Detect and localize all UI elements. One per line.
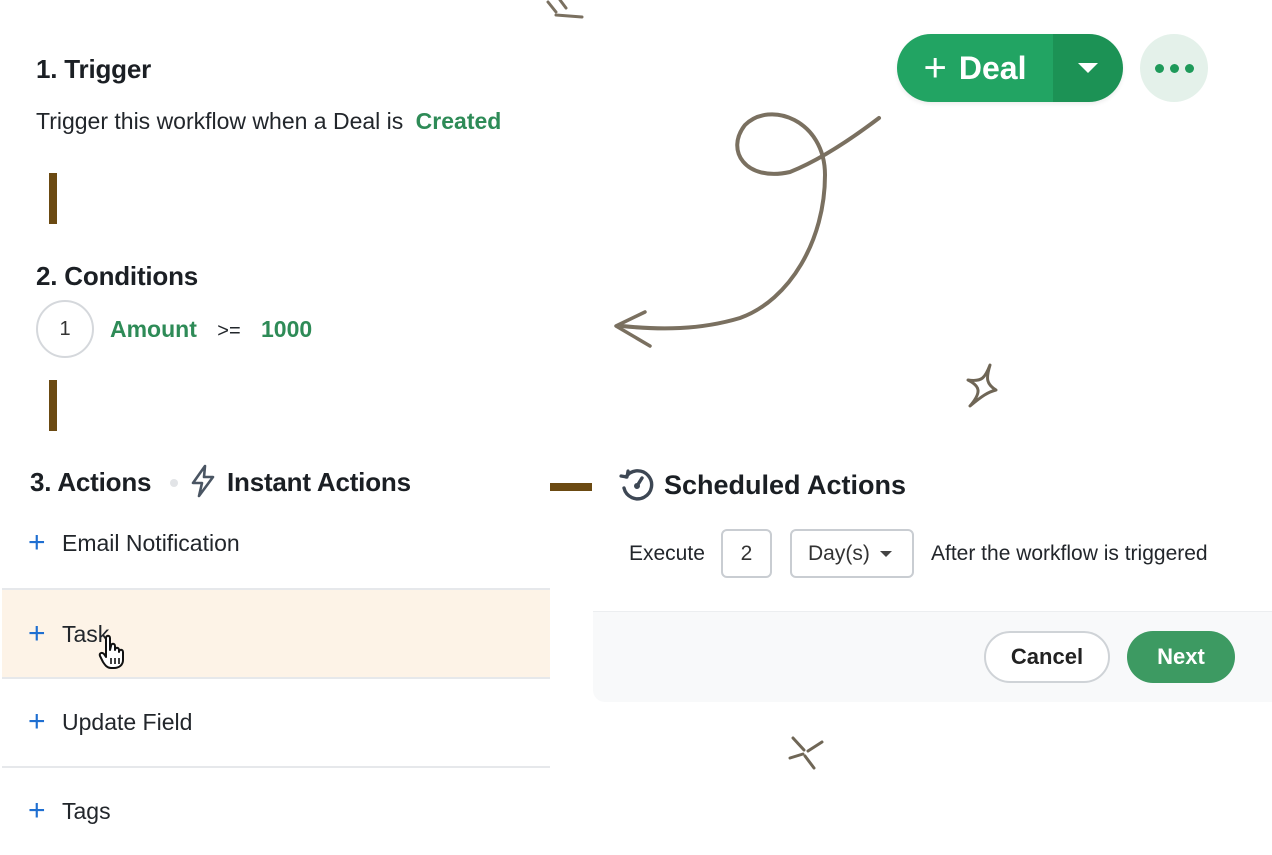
schedule-unit-select[interactable]: Day(s) <box>790 529 914 578</box>
instant-actions-label: Instant Actions <box>227 467 411 497</box>
condition-value[interactable]: 1000 <box>261 316 312 342</box>
action-item-update-field[interactable]: + Update Field <box>2 678 550 766</box>
plus-icon: + <box>28 526 46 559</box>
trigger-description: Trigger this workflow when a Deal is Cre… <box>36 108 501 135</box>
action-label: Update Field <box>62 708 193 735</box>
separator-dot <box>170 479 178 487</box>
scheduled-actions-title: Scheduled Actions <box>664 470 907 500</box>
connector-line <box>49 380 57 431</box>
add-deal-button-group: + Deal <box>897 34 1123 102</box>
chevron-down-icon <box>880 551 892 557</box>
hand-cursor-icon <box>98 634 124 669</box>
more-options-button[interactable] <box>1140 34 1208 102</box>
more-dot-icon <box>1184 63 1194 73</box>
execute-label: Execute <box>629 542 705 565</box>
action-item-tags[interactable]: + Tags <box>2 767 550 855</box>
actions-heading: 3. Actions <box>30 467 152 497</box>
trigger-heading: 1. Trigger <box>36 54 152 84</box>
trigger-event-link[interactable]: Created <box>416 108 502 134</box>
plus-icon: + <box>28 617 46 650</box>
condition-field[interactable]: Amount <box>110 316 197 342</box>
deal-dropdown-button[interactable] <box>1053 34 1123 102</box>
trigger-text: Trigger this workflow when a Deal is <box>36 108 404 134</box>
sparkle-doodle-bottom <box>788 736 824 770</box>
lightning-icon <box>191 464 215 498</box>
next-button[interactable]: Next <box>1127 631 1235 683</box>
sparkle-doodle-top <box>546 0 584 19</box>
conditions-heading: 2. Conditions <box>36 261 199 291</box>
condition-index-badge: 1 <box>36 300 94 358</box>
deal-button-label: Deal <box>958 49 1027 86</box>
condition-operator: >= <box>217 320 241 342</box>
condition-row: Amount >= 1000 <box>110 316 312 343</box>
more-dot-icon <box>1154 63 1164 73</box>
action-label: Tags <box>62 797 111 824</box>
curly-arrow-doodle <box>620 112 881 331</box>
connector-line <box>49 173 57 224</box>
plus-icon: + <box>28 705 46 738</box>
schedule-amount-input[interactable]: 2 <box>721 529 772 578</box>
more-dot-icon <box>1169 63 1179 73</box>
chevron-down-icon <box>1078 63 1098 73</box>
add-deal-button[interactable]: + Deal <box>897 34 1053 102</box>
cancel-button[interactable]: Cancel <box>984 631 1110 683</box>
action-label: Email Notification <box>62 529 240 556</box>
star-doodle <box>966 363 998 408</box>
action-item-email-notification[interactable]: + Email Notification <box>2 499 550 587</box>
connector-line-horizontal <box>550 483 592 491</box>
plus-icon: + <box>923 46 947 90</box>
schedule-suffix-text: After the workflow is triggered <box>931 542 1208 565</box>
schedule-unit-value: Day(s) <box>808 541 870 565</box>
plus-icon: + <box>28 794 46 827</box>
scheduled-clock-icon <box>619 469 654 501</box>
action-item-task[interactable]: + Task <box>2 590 550 678</box>
